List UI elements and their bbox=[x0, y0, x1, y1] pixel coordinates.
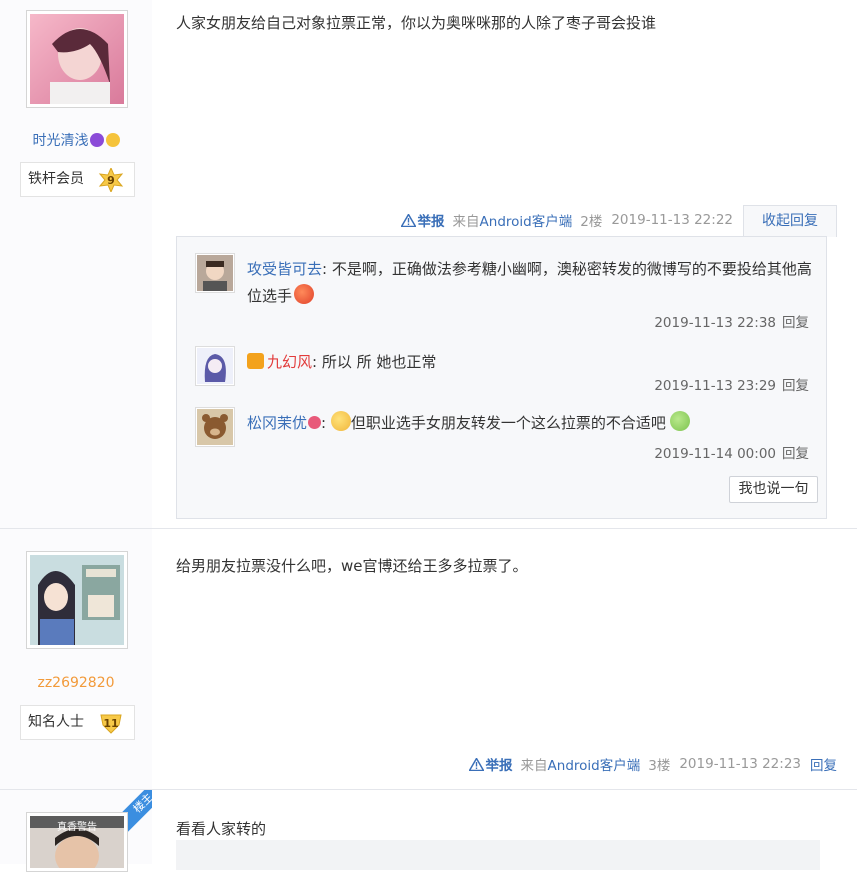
sub-reply-panel: 攻受皆可去: 不是啊，正确做法参考糖小幽啊，澳秘密转发的微博写的不要投给其他高位… bbox=[176, 236, 827, 519]
warning-icon bbox=[468, 757, 484, 771]
reply-link[interactable]: 回复 bbox=[782, 378, 809, 394]
sub-reply: 松冈茉优: 但职业选手女朋友转发一个这么拉票的不合适吧 2019-11-14 0… bbox=[195, 407, 817, 463]
client-link[interactable]: Android客户端 bbox=[548, 758, 641, 774]
level-badge-icon: 9 bbox=[98, 168, 124, 192]
reply-link[interactable]: 回复 bbox=[782, 315, 809, 331]
member-badge[interactable]: 知名人士 11 bbox=[20, 705, 135, 740]
avatar[interactable] bbox=[26, 551, 128, 649]
floor-number: 2楼 bbox=[580, 214, 603, 230]
add-reply-button[interactable]: 我也说一句 bbox=[729, 476, 818, 503]
surprised-emoji-icon bbox=[105, 133, 120, 147]
sub-reply-user[interactable]: 攻受皆可去 bbox=[247, 260, 322, 278]
author-sidebar: zz2692820 知名人士 11 bbox=[0, 529, 152, 789]
sub-reply: 攻受皆可去: 不是啊，正确做法参考糖小幽啊，澳秘密转发的微博写的不要投给其他高位… bbox=[195, 253, 817, 333]
avatar[interactable] bbox=[195, 407, 235, 447]
member-badge[interactable]: 铁杆会员 9 bbox=[20, 162, 135, 197]
flower-icon bbox=[308, 416, 322, 429]
reply-link[interactable]: 回复 bbox=[782, 446, 809, 462]
source-client: 来自Android客户端 bbox=[452, 214, 573, 230]
sick-emoji-icon bbox=[669, 411, 690, 431]
sub-reply-text: 九幻风: 所以 所 她也正常 bbox=[247, 349, 817, 376]
sub-reply-text: 松冈茉优: 但职业选手女朋友转发一个这么拉票的不合适吧 bbox=[247, 410, 817, 437]
avatar[interactable]: 真香警告 bbox=[26, 812, 128, 872]
username[interactable]: zz2692820 bbox=[0, 675, 152, 691]
avatar[interactable] bbox=[26, 10, 128, 108]
sub-reply-meta: 2019-11-14 00:00 回复 bbox=[654, 446, 809, 462]
floor-number: 3楼 bbox=[648, 758, 671, 774]
report-link[interactable]: 举报 bbox=[468, 754, 513, 774]
avatar[interactable] bbox=[195, 253, 235, 293]
post-floor-2: 时光清浅 铁杆会员 9 人家女朋友给自己对象拉票正常，你以为奥咪咪那的人除了枣子… bbox=[0, 0, 857, 529]
post-floor-3: zz2692820 知名人士 11 给男朋友拉票没什么吧，we官博还给王多多拉票… bbox=[0, 529, 857, 790]
report-link[interactable]: 举报 bbox=[400, 210, 445, 230]
post-time: 2019-11-13 22:22 bbox=[611, 212, 733, 228]
post-op: 楼主 真香警告 看看人家转的 bbox=[0, 790, 857, 872]
crown-icon bbox=[247, 353, 264, 369]
sub-reply-text: 攻受皆可去: 不是啊，正确做法参考糖小幽啊，澳秘密转发的微博写的不要投给其他高位… bbox=[247, 260, 812, 305]
devil-emoji-icon bbox=[89, 133, 104, 147]
sub-reply-user[interactable]: 九幻风 bbox=[267, 353, 312, 371]
smug-emoji-icon bbox=[330, 411, 351, 431]
warning-icon bbox=[400, 213, 416, 227]
avatar-image bbox=[30, 14, 124, 104]
author-sidebar: 楼主 真香警告 bbox=[0, 790, 152, 872]
level-badge-icon: 11 bbox=[98, 711, 124, 735]
username[interactable]: 时光清浅 bbox=[0, 130, 152, 150]
sub-reply-meta: 2019-11-13 23:29 回复 bbox=[654, 378, 809, 394]
collapse-replies-button[interactable]: 收起回复 bbox=[743, 205, 837, 237]
sub-reply-meta: 2019-11-13 22:38 回复 bbox=[654, 315, 809, 331]
source-client: 来自Android客户端 bbox=[520, 758, 641, 774]
post-content: 人家女朋友给自己对象拉票正常，你以为奥咪咪那的人除了枣子哥会投谁 bbox=[176, 14, 657, 32]
angry-emoji-icon bbox=[294, 284, 315, 304]
post-tail: 举报 来自Android客户端 2楼 2019-11-13 22:22 bbox=[400, 210, 733, 230]
quoted-image-placeholder bbox=[176, 840, 820, 870]
avatar-image bbox=[197, 348, 233, 384]
reply-button[interactable]: 回复 bbox=[810, 754, 837, 774]
post-tail: 举报 来自Android客户端 3楼 2019-11-13 22:23 回复 bbox=[468, 754, 837, 774]
client-link[interactable]: Android客户端 bbox=[480, 214, 573, 230]
post-content: 给男朋友拉票没什么吧，we官博还给王多多拉票了。 bbox=[176, 557, 528, 575]
post-content: 看看人家转的 bbox=[176, 820, 267, 838]
sub-reply-user[interactable]: 松冈茉优 bbox=[247, 414, 307, 432]
avatar-caption: 真香警告 bbox=[57, 822, 97, 833]
avatar[interactable] bbox=[195, 346, 235, 386]
avatar-image bbox=[30, 555, 124, 645]
sub-reply: 九幻风: 所以 所 她也正常 2019-11-13 23:29 回复 bbox=[195, 346, 817, 396]
author-sidebar: 时光清浅 铁杆会员 9 bbox=[0, 0, 152, 528]
avatar-image bbox=[197, 255, 233, 291]
avatar-image bbox=[197, 409, 233, 445]
post-time: 2019-11-13 22:23 bbox=[679, 756, 801, 772]
